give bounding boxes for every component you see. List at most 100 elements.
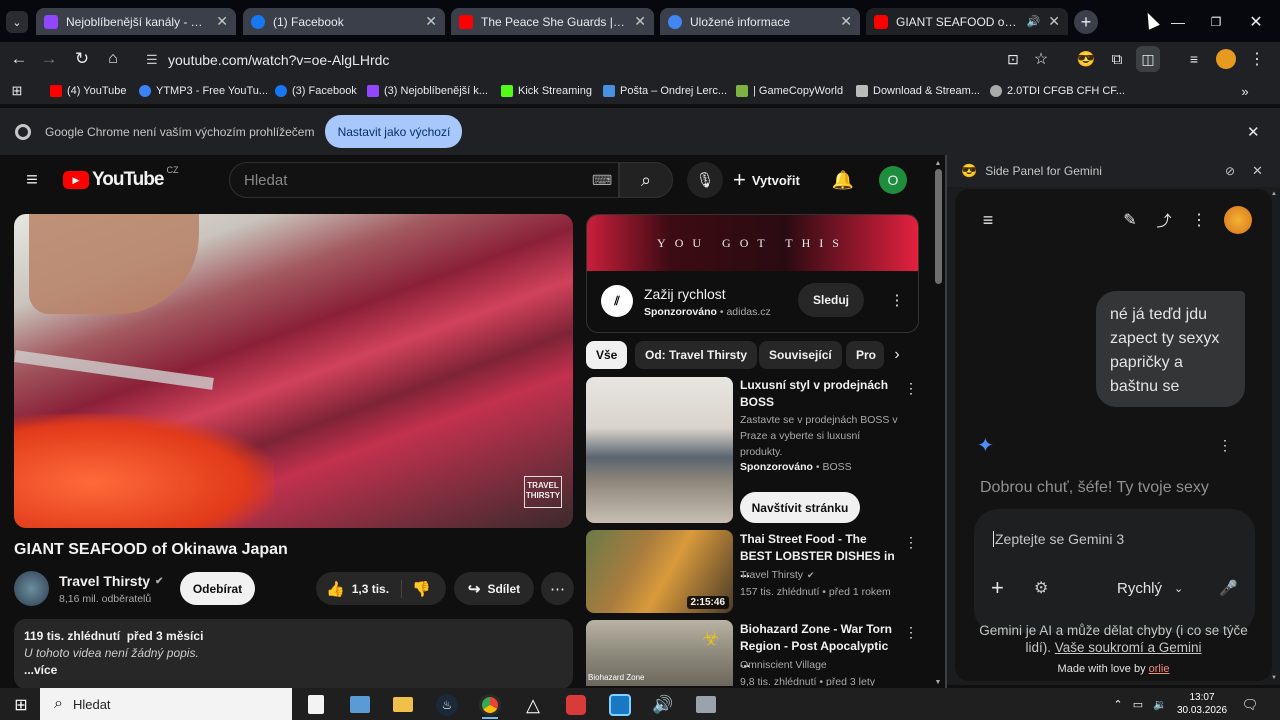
more-bookmarks-chevron-icon[interactable]: »	[1237, 83, 1253, 99]
network-icon[interactable]: ▭	[1130, 696, 1146, 712]
forward-arrow-icon[interactable]: →	[38, 48, 60, 70]
new-tab-plus-icon[interactable]: +	[1074, 10, 1098, 34]
extension-emoji-icon[interactable]: 😎	[1076, 49, 1096, 69]
home-icon[interactable]: ⌂	[102, 48, 124, 70]
profile-avatar[interactable]	[1216, 49, 1236, 69]
reload-icon[interactable]: ↻	[71, 48, 93, 70]
install-app-icon[interactable]: ⊡	[1003, 49, 1023, 69]
notifications-center-icon[interactable]: 🗨	[1240, 696, 1260, 714]
bookmark-item[interactable]: (3) Nejoblíbenější k...	[367, 83, 488, 99]
extensions-puzzle-icon[interactable]: ⧉	[1107, 49, 1127, 69]
clock[interactable]: 13:07 30.03.2026	[1170, 691, 1234, 717]
app-gray-icon[interactable]	[696, 696, 716, 713]
chrome-menu-icon[interactable]: ⋮	[1247, 49, 1267, 69]
app-triangle-icon[interactable]: △	[522, 694, 544, 716]
chip-for-you[interactable]: Pro	[846, 341, 884, 369]
scroll-up-arrow-icon[interactable]: ▲	[1271, 191, 1277, 197]
visit-site-button[interactable]: Navštívit stránku	[740, 492, 860, 523]
bookmark-item[interactable]: Kick Streaming	[501, 83, 592, 99]
scrollbar-thumb[interactable]	[934, 169, 942, 284]
rec-more-icon[interactable]: ⋮	[904, 533, 918, 551]
account-avatar[interactable]: O	[879, 166, 907, 194]
boss-thumbnail[interactable]	[586, 377, 733, 523]
volume-icon[interactable]: 🔉	[1152, 696, 1168, 712]
recommendation-boss[interactable]: Luxusní styl v prodejnách BOSS ⋮ Zastavt…	[586, 377, 919, 523]
bookmark-item[interactable]: (3) Facebook	[275, 83, 357, 99]
scroll-down-arrow-icon[interactable]: ▼	[933, 679, 943, 686]
subscribe-button[interactable]: Odebírat	[180, 572, 255, 605]
recommendation-lobster[interactable]: 2:15:46 Thai Street Food - The BEST LOBS…	[586, 530, 919, 613]
set-default-button[interactable]: Nastavit jako výchozí	[325, 115, 463, 148]
store-app-icon[interactable]	[350, 696, 370, 713]
bookmark-item[interactable]: YTMP3 - Free YouTu...	[139, 83, 268, 99]
chip-related[interactable]: Související	[759, 341, 842, 369]
steam-app-icon[interactable]: ♨	[436, 694, 458, 716]
channel-name[interactable]: Travel Thirsty ✔	[59, 573, 163, 589]
biohazard-thumbnail[interactable]: ☣ Biohazard Zone	[586, 620, 733, 686]
thumbs-down-icon[interactable]: 👎	[412, 580, 431, 598]
channel-avatar[interactable]	[14, 571, 49, 606]
chip-from-channel[interactable]: Od: Travel Thirsty	[635, 341, 758, 369]
hamburger-menu-icon[interactable]: ≡	[21, 169, 43, 191]
apps-grid-icon[interactable]: ⊞	[9, 83, 25, 99]
voice-search-mic-icon[interactable]: 🎙	[687, 162, 723, 198]
gemini-profile-avatar[interactable]	[1224, 206, 1252, 234]
back-arrow-icon[interactable]: ←	[8, 48, 30, 70]
tab-search-icon[interactable]: ⌄	[6, 11, 28, 33]
scroll-down-arrow-icon[interactable]: ▼	[1271, 675, 1277, 681]
search-button[interactable]: ⌕	[619, 162, 673, 198]
folder-app-icon[interactable]	[393, 697, 413, 712]
ad-more-icon[interactable]: ⋮	[889, 290, 905, 310]
description-box[interactable]: 119 tis. zhlédnutí před 3 měsíci U tohot…	[14, 619, 573, 689]
taskbar-search-box[interactable]: ⌕ Hledat	[40, 688, 292, 720]
response-more-icon[interactable]: ⋮	[1218, 436, 1232, 454]
bookmark-item[interactable]: 2.0TDI CFGB CFH CF...	[990, 83, 1125, 99]
close-tab-icon[interactable]: ✕	[425, 13, 437, 30]
gemini-menu-icon[interactable]: ≡	[977, 209, 999, 231]
like-button[interactable]: 👍 1,3 tis.	[316, 579, 402, 598]
notifications-bell-icon[interactable]: 🔔	[831, 168, 855, 192]
create-button[interactable]: + Vytvořit	[733, 165, 800, 195]
tab-twitch[interactable]: Nejoblíbenější kanály - Twitch ✕	[36, 8, 236, 35]
minimize-window-icon[interactable]: —	[1166, 10, 1190, 34]
gemini-more-icon[interactable]: ⋮	[1188, 209, 1210, 231]
show-more-link[interactable]: ...více	[24, 663, 563, 677]
prompt-input[interactable]: Zeptejte se Gemini 3	[993, 531, 1124, 547]
share-conversation-icon[interactable]: ⤴	[1153, 209, 1175, 231]
audio-app-icon[interactable]: 🔊	[652, 694, 674, 716]
close-window-icon[interactable]: ✕	[1244, 10, 1268, 34]
chips-next-arrow-icon[interactable]: ›	[887, 345, 907, 365]
model-selector[interactable]: Rychlý ⌄	[1117, 580, 1183, 597]
lobster-thumbnail[interactable]: 2:15:46	[586, 530, 733, 613]
app-red-icon[interactable]	[566, 695, 586, 715]
rec-more-icon[interactable]: ⋮	[904, 379, 918, 397]
close-side-panel-icon[interactable]: ✕	[1252, 163, 1263, 179]
bookmark-item[interactable]: Pošta – Ondrej Lerc...	[603, 83, 727, 99]
page-scrollbar[interactable]: ▲ ▼	[933, 160, 943, 688]
file-app-icon[interactable]	[308, 695, 324, 714]
tab-facebook[interactable]: (1) Facebook ✕	[243, 8, 445, 35]
bookmark-star-icon[interactable]: ☆	[1031, 49, 1051, 69]
bookmark-item[interactable]: (4) YouTube	[50, 83, 127, 99]
tray-chevron-up-icon[interactable]: ⌃	[1110, 696, 1126, 712]
author-link[interactable]: orlie	[1149, 663, 1170, 675]
windows-start-icon[interactable]: ⊞	[10, 694, 32, 716]
close-tab-icon[interactable]: ✕	[1048, 13, 1060, 30]
bookmark-item[interactable]: | GameCopyWorld	[736, 83, 843, 99]
chrome-app-icon[interactable]	[479, 694, 501, 716]
audio-playing-icon[interactable]: 🔊	[1027, 15, 1041, 28]
unpin-icon[interactable]: ⊘	[1225, 164, 1235, 178]
video-player[interactable]: TRAVEL THIRSTY	[14, 214, 573, 528]
close-tab-icon[interactable]: ✕	[840, 13, 852, 30]
new-chat-edit-icon[interactable]: ✎	[1119, 209, 1141, 231]
search-input[interactable]: Hledat ⌨	[229, 162, 619, 198]
ad-banner[interactable]: YOU GOT THIS	[587, 215, 918, 271]
microphone-icon[interactable]: 🎤	[1219, 579, 1238, 597]
app-blue-icon[interactable]	[609, 694, 631, 716]
close-infobar-icon[interactable]: ✕	[1247, 123, 1260, 141]
side-panel-scrollbar[interactable]: ▲ ▼	[1271, 191, 1277, 681]
site-info-icon[interactable]: ☰	[146, 52, 158, 68]
side-panel-icon[interactable]: ◫	[1136, 46, 1160, 72]
add-attachment-plus-icon[interactable]: +	[991, 575, 1004, 601]
share-button[interactable]: ↪ Sdílet	[454, 572, 534, 605]
